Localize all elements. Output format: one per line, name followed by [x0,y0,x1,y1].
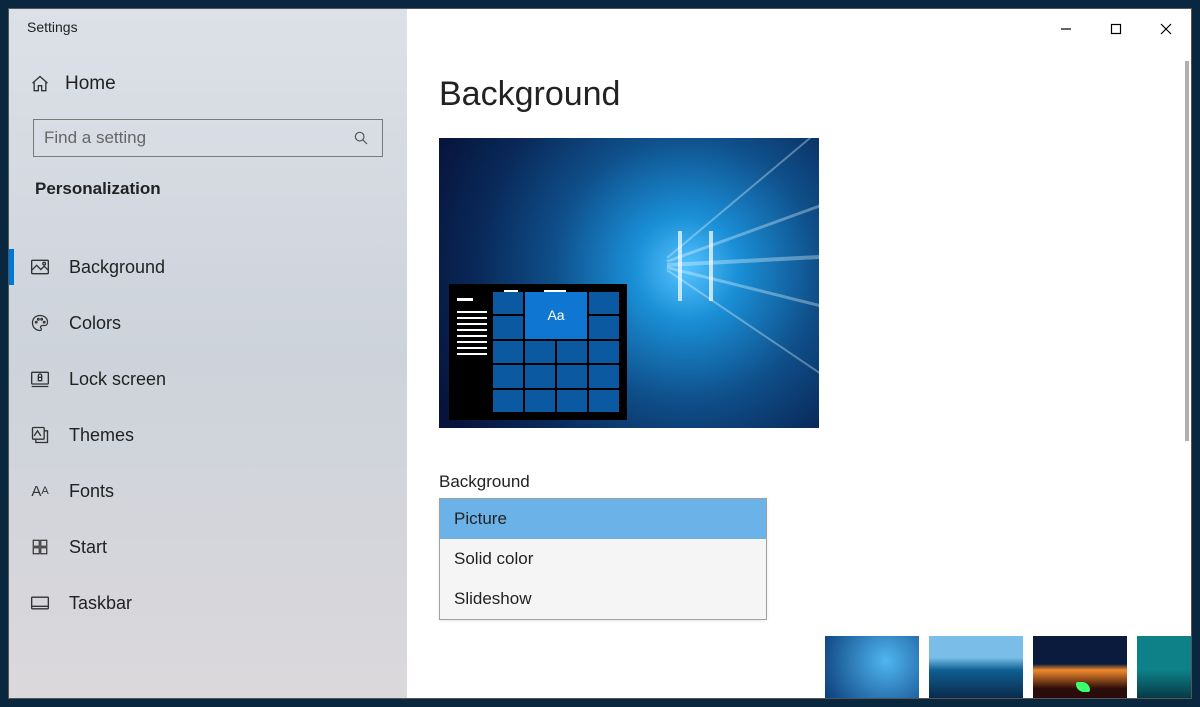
main-content: Background Aa [407,9,1191,698]
recent-images [825,636,1191,698]
thumbnail[interactable] [929,636,1023,698]
nav-item-label: Fonts [69,481,114,502]
minimize-button[interactable] [1041,13,1091,45]
search-box[interactable] [33,119,383,157]
sidebar: Settings Home [9,9,407,698]
thumbnail[interactable] [1033,636,1127,698]
page-title: Background [439,75,1171,114]
nav-item-label: Start [69,537,107,558]
search-input[interactable] [44,128,350,148]
dropdown-option-slideshow[interactable]: Slideshow [440,579,766,619]
section-header: Personalization [9,175,407,207]
maximize-button[interactable] [1091,13,1141,45]
nav-item-label: Lock screen [69,369,166,390]
lock-screen-icon [29,368,51,390]
nav-item-label: Background [69,257,165,278]
close-button[interactable] [1141,13,1191,45]
thumbnail[interactable] [825,636,919,698]
thumbnail[interactable] [1137,636,1191,698]
nav-item-label: Colors [69,313,121,334]
dropdown-option-picture[interactable]: Picture [440,499,766,539]
background-dropdown[interactable]: Picture Solid color Slideshow [439,498,767,620]
nav-item-label: Taskbar [69,593,132,614]
taskbar-icon [29,592,51,614]
preview-start-menu: Aa [449,284,627,420]
preview-sample-tile: Aa [525,292,587,339]
nav-item-taskbar[interactable]: Taskbar [9,575,407,631]
app-title: Settings [9,9,407,53]
home-link[interactable]: Home [9,63,407,105]
desktop-preview: Aa [439,138,819,428]
background-dropdown-label: Background [439,472,1171,492]
home-icon [29,73,51,95]
home-label: Home [65,73,116,95]
nav-item-lock-screen[interactable]: Lock screen [9,351,407,407]
search-icon [350,127,372,149]
nav-item-fonts[interactable]: AA Fonts [9,463,407,519]
dropdown-option-solid-color[interactable]: Solid color [440,539,766,579]
themes-icon [29,424,51,446]
title-bar [1041,9,1191,49]
nav-item-background[interactable]: Background [9,239,407,295]
nav: Background Colors Lock screen [9,239,407,631]
nav-item-colors[interactable]: Colors [9,295,407,351]
nav-item-start[interactable]: Start [9,519,407,575]
settings-window: Settings Home [8,8,1192,699]
nav-item-label: Themes [69,425,134,446]
palette-icon [29,312,51,334]
nav-item-themes[interactable]: Themes [9,407,407,463]
picture-icon [29,256,51,278]
fonts-icon: AA [29,480,51,502]
start-icon [29,536,51,558]
